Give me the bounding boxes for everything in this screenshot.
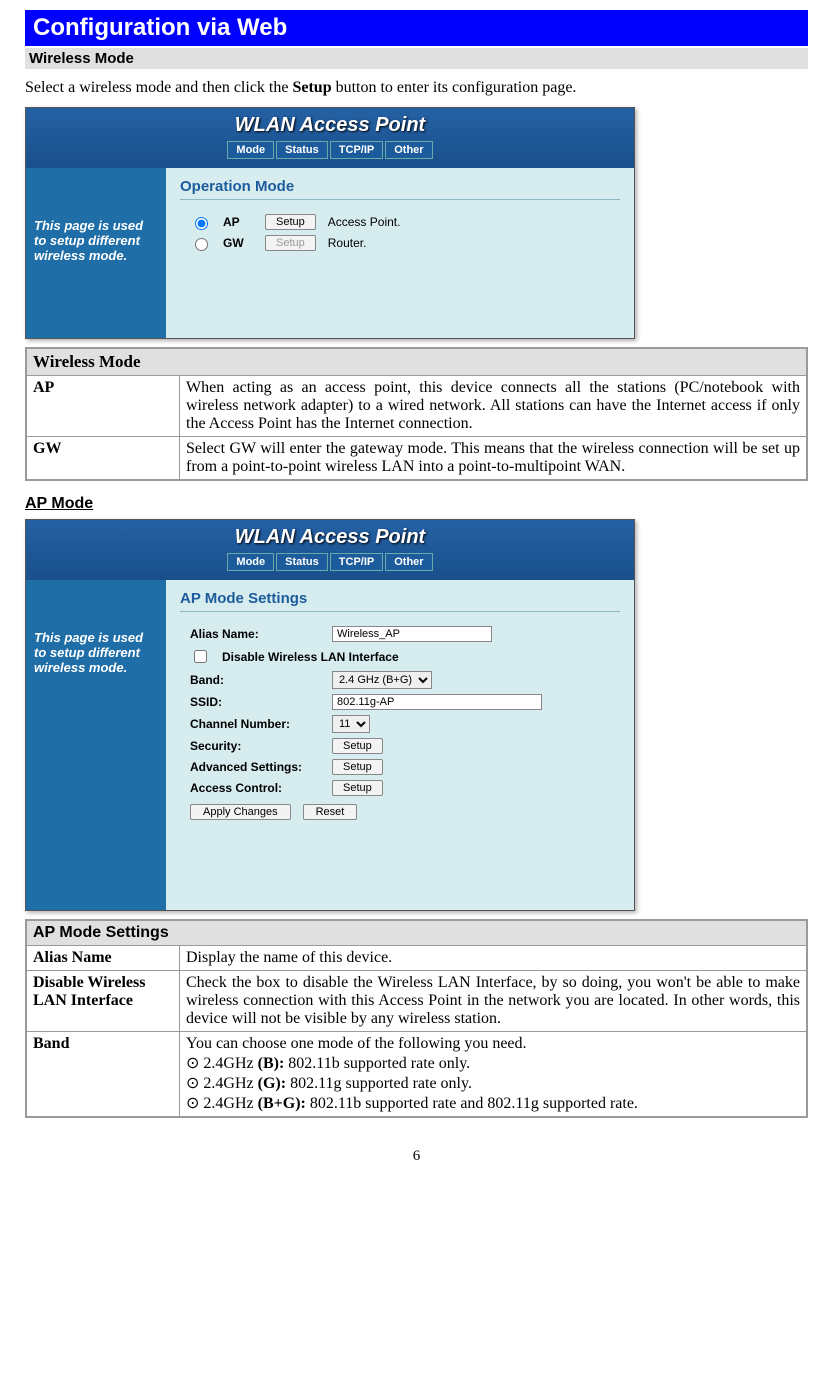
tab-status[interactable]: Status bbox=[276, 141, 328, 159]
screenshot-operation-mode: WLAN Access Point Mode Status TCP/IP Oth… bbox=[25, 107, 635, 339]
ap-mode-settings-table: AP Mode Settings Alias Name Display the … bbox=[25, 919, 808, 1118]
band-option-bg: 2.4GHz (B+G): 802.11b supported rate and… bbox=[186, 1095, 638, 1112]
gw-desc: Router. bbox=[328, 236, 367, 250]
apply-changes-button[interactable]: Apply Changes bbox=[190, 804, 291, 820]
page-number: 6 bbox=[25, 1148, 808, 1165]
operation-mode-title: Operation Mode bbox=[180, 178, 620, 200]
wireless-mode-subheader: Wireless Mode bbox=[25, 48, 808, 69]
security-label: Security: bbox=[190, 739, 320, 753]
disable-wlan-checkbox[interactable] bbox=[194, 650, 207, 663]
table-val: Display the name of this device. bbox=[180, 946, 808, 971]
table-key: Alias Name bbox=[26, 946, 180, 971]
table-row: GW Select GW will enter the gateway mode… bbox=[26, 437, 807, 481]
row-ap: AP Setup Access Point. bbox=[190, 214, 620, 230]
wireless-mode-table: Wireless Mode AP When acting as an acces… bbox=[25, 347, 808, 481]
intro-setup-bold: Setup bbox=[292, 79, 331, 96]
shot-title: WLAN Access Point bbox=[26, 520, 634, 549]
access-control-label: Access Control: bbox=[190, 781, 320, 795]
radio-gw-label: GW bbox=[223, 236, 253, 250]
shot-main: AP Mode Settings Alias Name: Disable Wir… bbox=[166, 580, 634, 910]
page-header: Configuration via Web bbox=[25, 10, 808, 46]
channel-select[interactable]: 11 bbox=[332, 715, 370, 733]
shot-title: WLAN Access Point bbox=[26, 108, 634, 137]
shot-body: This page is used to setup different wir… bbox=[26, 168, 634, 338]
band-option-b: 2.4GHz (B): 802.11b supported rate only. bbox=[186, 1055, 470, 1072]
shot-side-note: This page is used to setup different wir… bbox=[26, 168, 166, 338]
wireless-mode-intro: Select a wireless mode and then click th… bbox=[25, 79, 808, 97]
band-intro: You can choose one mode of the following… bbox=[186, 1035, 527, 1052]
table-val: Check the box to disable the Wireless LA… bbox=[180, 971, 808, 1032]
channel-label: Channel Number: bbox=[190, 717, 320, 731]
alias-name-input[interactable] bbox=[332, 626, 492, 642]
tab-mode[interactable]: Mode bbox=[227, 553, 274, 571]
shot-body: This page is used to setup different wir… bbox=[26, 580, 634, 910]
band-option-g: 2.4GHz (G): 802.11g supported rate only. bbox=[186, 1075, 472, 1092]
access-control-setup-button[interactable]: Setup bbox=[332, 780, 383, 796]
table-row: Alias Name Display the name of this devi… bbox=[26, 946, 807, 971]
ap-mode-settings-table-header: AP Mode Settings bbox=[26, 920, 807, 946]
radio-ap-label: AP bbox=[223, 215, 253, 229]
intro-text-before: Select a wireless mode and then click th… bbox=[25, 79, 292, 96]
shot-tabs: Mode Status TCP/IP Other bbox=[26, 553, 634, 571]
ap-mode-settings-title: AP Mode Settings bbox=[180, 590, 620, 612]
alias-name-label: Alias Name: bbox=[190, 627, 320, 641]
shot-header: WLAN Access Point Mode Status TCP/IP Oth… bbox=[26, 108, 634, 168]
table-row: Disable Wireless LAN Interface Check the… bbox=[26, 971, 807, 1032]
security-setup-button[interactable]: Setup bbox=[332, 738, 383, 754]
band-label: Band: bbox=[190, 673, 320, 687]
wireless-mode-table-header: Wireless Mode bbox=[26, 348, 807, 376]
row-gw: GW Setup Router. bbox=[190, 235, 620, 251]
table-val: Select GW will enter the gateway mode. T… bbox=[180, 437, 808, 481]
table-key: AP bbox=[26, 376, 180, 437]
tab-mode[interactable]: Mode bbox=[227, 141, 274, 159]
disable-wlan-label: Disable Wireless LAN Interface bbox=[222, 650, 399, 664]
table-key: GW bbox=[26, 437, 180, 481]
shot-side-note: This page is used to setup different wir… bbox=[26, 580, 166, 910]
tab-tcpip[interactable]: TCP/IP bbox=[330, 141, 383, 159]
table-val: When acting as an access point, this dev… bbox=[180, 376, 808, 437]
tab-status[interactable]: Status bbox=[276, 553, 328, 571]
table-row: Band You can choose one mode of the foll… bbox=[26, 1032, 807, 1118]
table-key-band: Band bbox=[26, 1032, 180, 1118]
radio-ap[interactable] bbox=[195, 217, 208, 230]
tab-other[interactable]: Other bbox=[385, 141, 432, 159]
table-key: Disable Wireless LAN Interface bbox=[26, 971, 180, 1032]
band-select[interactable]: 2.4 GHz (B+G) bbox=[332, 671, 432, 689]
advanced-settings-label: Advanced Settings: bbox=[190, 760, 320, 774]
table-val-band: You can choose one mode of the following… bbox=[180, 1032, 808, 1118]
advanced-setup-button[interactable]: Setup bbox=[332, 759, 383, 775]
shot-header: WLAN Access Point Mode Status TCP/IP Oth… bbox=[26, 520, 634, 580]
setup-gw-button[interactable]: Setup bbox=[265, 235, 316, 251]
ssid-label: SSID: bbox=[190, 695, 320, 709]
shot-main: Operation Mode AP Setup Access Point. GW… bbox=[166, 168, 634, 338]
radio-gw[interactable] bbox=[195, 238, 208, 251]
intro-text-after: button to enter its configuration page. bbox=[332, 79, 577, 96]
ap-mode-heading: AP Mode bbox=[25, 495, 808, 513]
screenshot-ap-mode-settings: WLAN Access Point Mode Status TCP/IP Oth… bbox=[25, 519, 635, 911]
ap-desc: Access Point. bbox=[328, 215, 401, 229]
tab-other[interactable]: Other bbox=[385, 553, 432, 571]
tab-tcpip[interactable]: TCP/IP bbox=[330, 553, 383, 571]
reset-button[interactable]: Reset bbox=[303, 804, 358, 820]
setup-ap-button[interactable]: Setup bbox=[265, 214, 316, 230]
table-row: AP When acting as an access point, this … bbox=[26, 376, 807, 437]
ssid-input[interactable] bbox=[332, 694, 542, 710]
shot-tabs: Mode Status TCP/IP Other bbox=[26, 141, 634, 159]
